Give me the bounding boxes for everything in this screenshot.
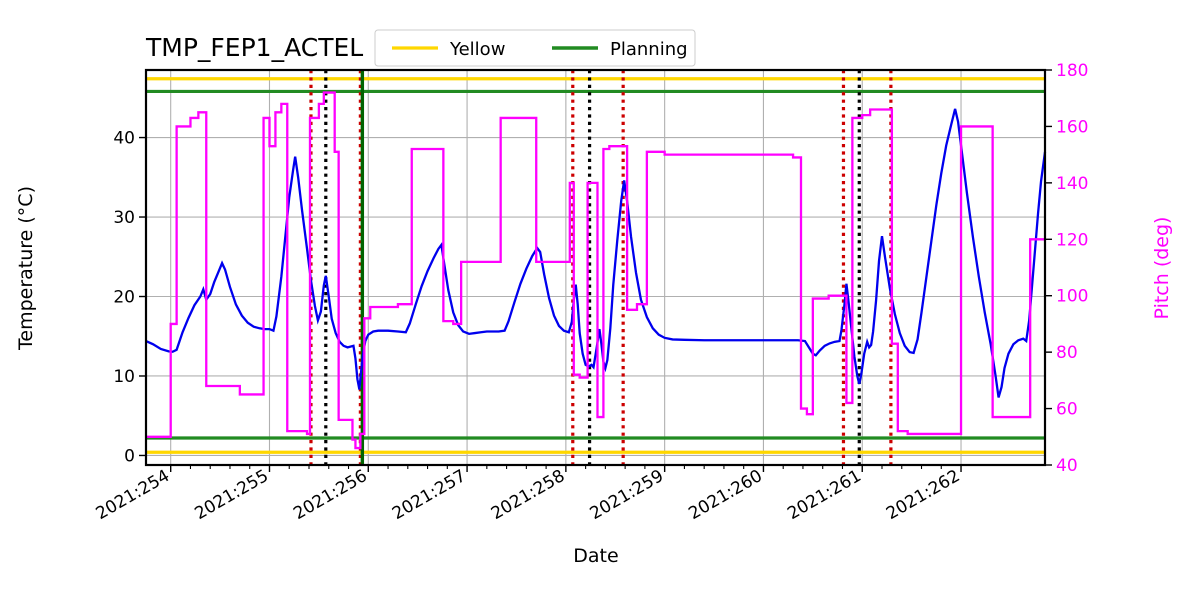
y-tick-label-left: 30 — [113, 208, 135, 228]
x-tick-label: 2021:259 — [587, 466, 668, 524]
x-axis-label: Date — [573, 545, 618, 567]
limit-lines-group — [146, 77, 1045, 454]
chart-title: TMP_FEP1_ACTEL — [145, 33, 363, 62]
axes-spines — [144, 68, 1047, 467]
x-tick-label: 2021:257 — [389, 466, 470, 524]
x-tick-label: 2021:261 — [784, 466, 865, 524]
y-tick-label-right: 180 — [1056, 61, 1088, 81]
y-tick-label-left: 40 — [113, 129, 135, 149]
x-tick-label: 2021:258 — [488, 466, 569, 524]
x-tick-labels: 2021:254 2021:255 2021:256 2021:257 2021:258… — [93, 466, 964, 524]
series-group — [145, 91, 1047, 450]
y-tick-label-right: 160 — [1056, 117, 1088, 137]
vertical-markers-group — [309, 70, 893, 465]
grid-group — [146, 70, 1045, 465]
y-tick-label-right: 120 — [1056, 230, 1088, 250]
plot-border — [144, 68, 1047, 467]
y-tick-labels-left: 0 10 20 30 40 — [113, 129, 135, 467]
chart-legend: Yellow Planning — [374, 29, 696, 67]
y-axis-label-left: Temperature (°C) — [15, 186, 37, 351]
x-tick-label: 2021:256 — [290, 466, 371, 524]
legend-label-planning: Planning — [610, 39, 688, 60]
legend-label-yellow: Yellow — [449, 39, 505, 60]
y-tick-label-left: 20 — [113, 288, 135, 308]
y-tick-label-right: 80 — [1056, 343, 1078, 363]
y-tick-label-left: 10 — [113, 367, 135, 387]
x-tick-label: 2021:254 — [93, 466, 174, 524]
x-tick-label: 2021:255 — [191, 466, 272, 524]
y-tick-labels-right: 40 60 80 100 120 140 160 180 — [1056, 61, 1088, 476]
chart-svg: 2021:254 2021:255 2021:256 2021:257 2021:258… — [15, 29, 1173, 567]
y-tick-label-right: 100 — [1056, 287, 1088, 307]
y-tick-label-left: 0 — [124, 446, 135, 466]
y-tick-label-right: 40 — [1056, 456, 1078, 476]
y-tick-label-right: 140 — [1056, 174, 1088, 194]
series-temperature — [145, 108, 1047, 398]
x-tick-label: 2021:260 — [685, 466, 766, 524]
y-axis-label-right: Pitch (deg) — [1151, 217, 1173, 320]
chart-figure: 2021:254 2021:255 2021:256 2021:257 2021:258… — [0, 0, 1200, 600]
y-tick-label-right: 60 — [1056, 400, 1078, 420]
x-tick-label: 2021:262 — [883, 466, 964, 524]
